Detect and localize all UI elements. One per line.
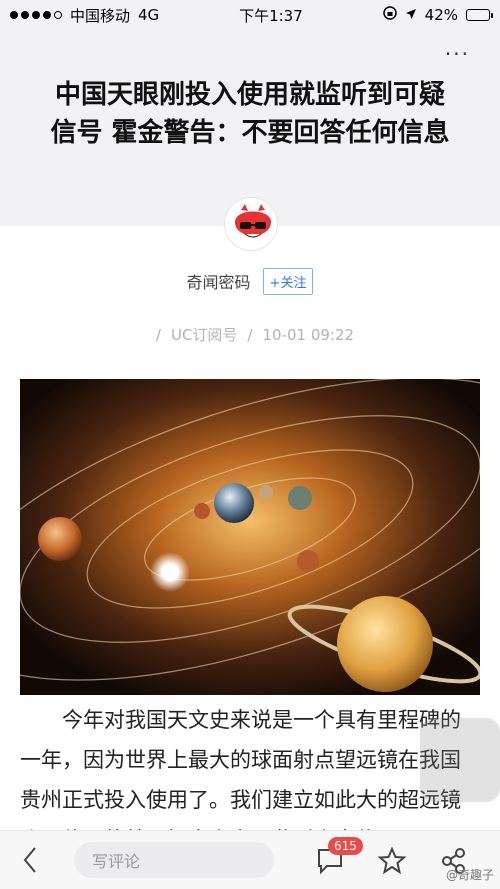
status-time: 下午1:37 bbox=[239, 6, 303, 25]
meta-divider: / bbox=[155, 326, 161, 344]
comment-count-badge: 615 bbox=[328, 837, 363, 855]
publish-datetime: 10-01 09:22 bbox=[262, 326, 355, 344]
meta-divider: / bbox=[247, 326, 253, 344]
comments-button[interactable]: 615 bbox=[312, 837, 363, 879]
author-row: 奇闻密码 +关注 bbox=[0, 267, 500, 295]
floating-assist-touch[interactable] bbox=[420, 718, 500, 802]
battery-percent: 42% bbox=[424, 6, 458, 24]
bottom-action-bar: 写评论 615 @奇趣子 bbox=[0, 830, 500, 889]
article-meta: / UC订阅号 / 10-01 09:22 bbox=[0, 324, 500, 345]
comment-input[interactable]: 写评论 bbox=[74, 842, 274, 878]
avatar-illustration-icon bbox=[227, 200, 275, 248]
favorite-button[interactable] bbox=[374, 843, 410, 879]
follow-button[interactable]: +关注 bbox=[262, 267, 314, 295]
network-label: 4G bbox=[138, 6, 160, 24]
watermark-text: @奇趣子 bbox=[445, 868, 494, 882]
author-name[interactable]: 奇闻密码 bbox=[187, 269, 251, 293]
star-icon bbox=[377, 846, 407, 875]
chevron-left-icon bbox=[23, 847, 36, 873]
status-left: 中国移动 4G bbox=[10, 5, 159, 26]
location-arrow-icon bbox=[405, 6, 417, 24]
more-options-button[interactable]: ··· bbox=[445, 44, 470, 64]
solar-system-image bbox=[20, 379, 480, 695]
article-header: ··· 中国天眼刚投入使用就监听到可疑信号 霍金警告：不要回答任何信息 bbox=[0, 30, 500, 226]
back-button[interactable] bbox=[0, 831, 60, 889]
signal-strength-icon bbox=[10, 11, 62, 19]
status-bar: 中国移动 4G 下午1:37 42% bbox=[0, 0, 500, 30]
source-label: UC订阅号 bbox=[170, 326, 238, 344]
rotation-lock-icon bbox=[382, 6, 397, 24]
carrier-label: 中国移动 bbox=[70, 6, 131, 25]
article-title: 中国天眼刚投入使用就监听到可疑信号 霍金警告：不要回答任何信息 bbox=[50, 80, 450, 148]
author-avatar[interactable] bbox=[225, 198, 277, 250]
battery-icon bbox=[466, 9, 493, 21]
status-right: 42% bbox=[382, 6, 493, 24]
